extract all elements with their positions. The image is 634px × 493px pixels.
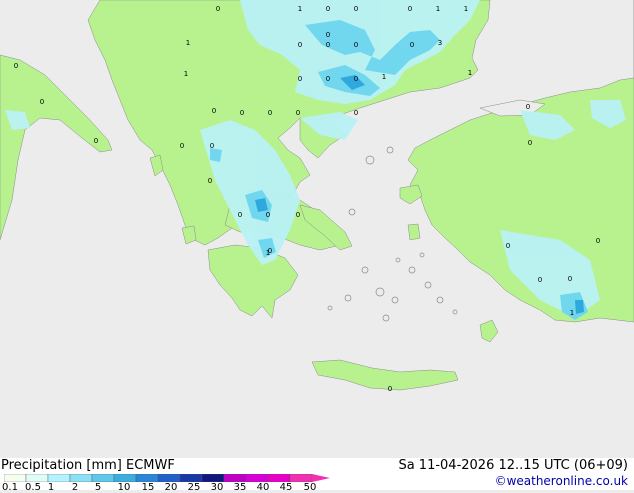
value-label: 0 [208,177,212,185]
value-label: 0 [538,276,542,284]
scale-swatch [223,474,247,482]
value-label: 0 [326,75,330,83]
value-label: 1 [464,5,468,13]
scale-swatch [245,474,269,482]
value-label: 0 [326,5,330,13]
map-svg: 0 1 0 0 0 1 1 1 0 0 0 0 3 0 1 0 0 0 1 1 … [0,0,634,458]
value-label: 0 [354,41,358,49]
scale-tick-label: 30 [210,482,224,493]
scale-tick-label: 50 [303,482,317,493]
value-label: 1 [186,39,190,47]
value-label: 0 [408,5,412,13]
precipitation-color-scale [4,474,330,482]
value-label: 0 [40,98,44,106]
scale-swatch [113,474,137,482]
scale-tick-label: 0.5 [25,482,41,493]
value-label: 1 [184,70,188,78]
value-label: 0 [296,109,300,117]
value-label: 1 [382,73,386,81]
value-label: 0 [354,109,358,117]
value-label: 0 [326,41,330,49]
scale-tick-label: 15 [141,482,155,493]
value-label: 0 [268,109,272,117]
credit-link[interactable]: ©weatheronline.co.uk [495,474,628,488]
map-footer: Precipitation [mm] ECMWF Sa 11-04-2026 1… [0,458,634,493]
scale-swatch [135,474,159,482]
scale-swatch [179,474,203,482]
value-label: 0 [506,242,510,250]
scale-swatch [69,474,93,482]
value-label: 0 [298,75,302,83]
scale-end-arrow [312,474,330,482]
value-label: 0 [326,31,330,39]
scale-tick-label: 35 [233,482,247,493]
value-label: 0 [14,62,18,70]
map-title: Precipitation [mm] ECMWF [1,458,175,473]
value-label: 3 [438,39,442,47]
value-label: 0 [180,142,184,150]
value-label: 1 [436,5,440,13]
value-label: 0 [216,5,220,13]
value-label: 0 [388,385,392,393]
scale-swatch [91,474,115,482]
scale-swatch [25,474,49,482]
scale-tick-label: 25 [187,482,201,493]
precipitation-map: 0 1 0 0 0 1 1 1 0 0 0 0 3 0 1 0 0 0 1 1 … [0,0,634,458]
value-label: 0 [94,137,98,145]
scale-tick-label: 10 [117,482,131,493]
value-label: 0 [354,5,358,13]
scale-swatch [289,474,313,482]
value-label: 1 [266,249,270,257]
scale-tick-label: 1 [47,482,55,493]
scale-tick-label: 40 [256,482,270,493]
forecast-datetime: Sa 11-04-2026 12..15 UTC (06+09) [398,458,628,473]
value-label: 0 [354,75,358,83]
value-label: 0 [526,103,530,111]
value-label: 0 [528,139,532,147]
value-label: 0 [568,275,572,283]
scale-swatch [4,474,27,482]
value-label: 1 [298,5,302,13]
value-label: 0 [596,237,600,245]
scale-tick-label: 2 [71,482,79,493]
value-label: 0 [210,142,214,150]
value-label: 0 [238,211,242,219]
scale-tick-label: 45 [279,482,293,493]
scale-swatch [267,474,291,482]
value-label: 0 [298,41,302,49]
value-label: 0 [266,211,270,219]
scale-swatch [157,474,181,482]
scale-tick-label: 0.1 [2,482,18,493]
scale-tick-label: 5 [94,482,102,493]
value-label: 0 [296,211,300,219]
value-label: 0 [212,107,216,115]
scale-swatch [201,474,225,482]
value-label: 1 [570,309,574,317]
value-label: 0 [240,109,244,117]
scale-tick-label: 20 [164,482,178,493]
value-label: 1 [468,69,472,77]
land-chios [407,223,421,241]
scale-swatch [47,474,71,482]
value-label: 0 [410,41,414,49]
